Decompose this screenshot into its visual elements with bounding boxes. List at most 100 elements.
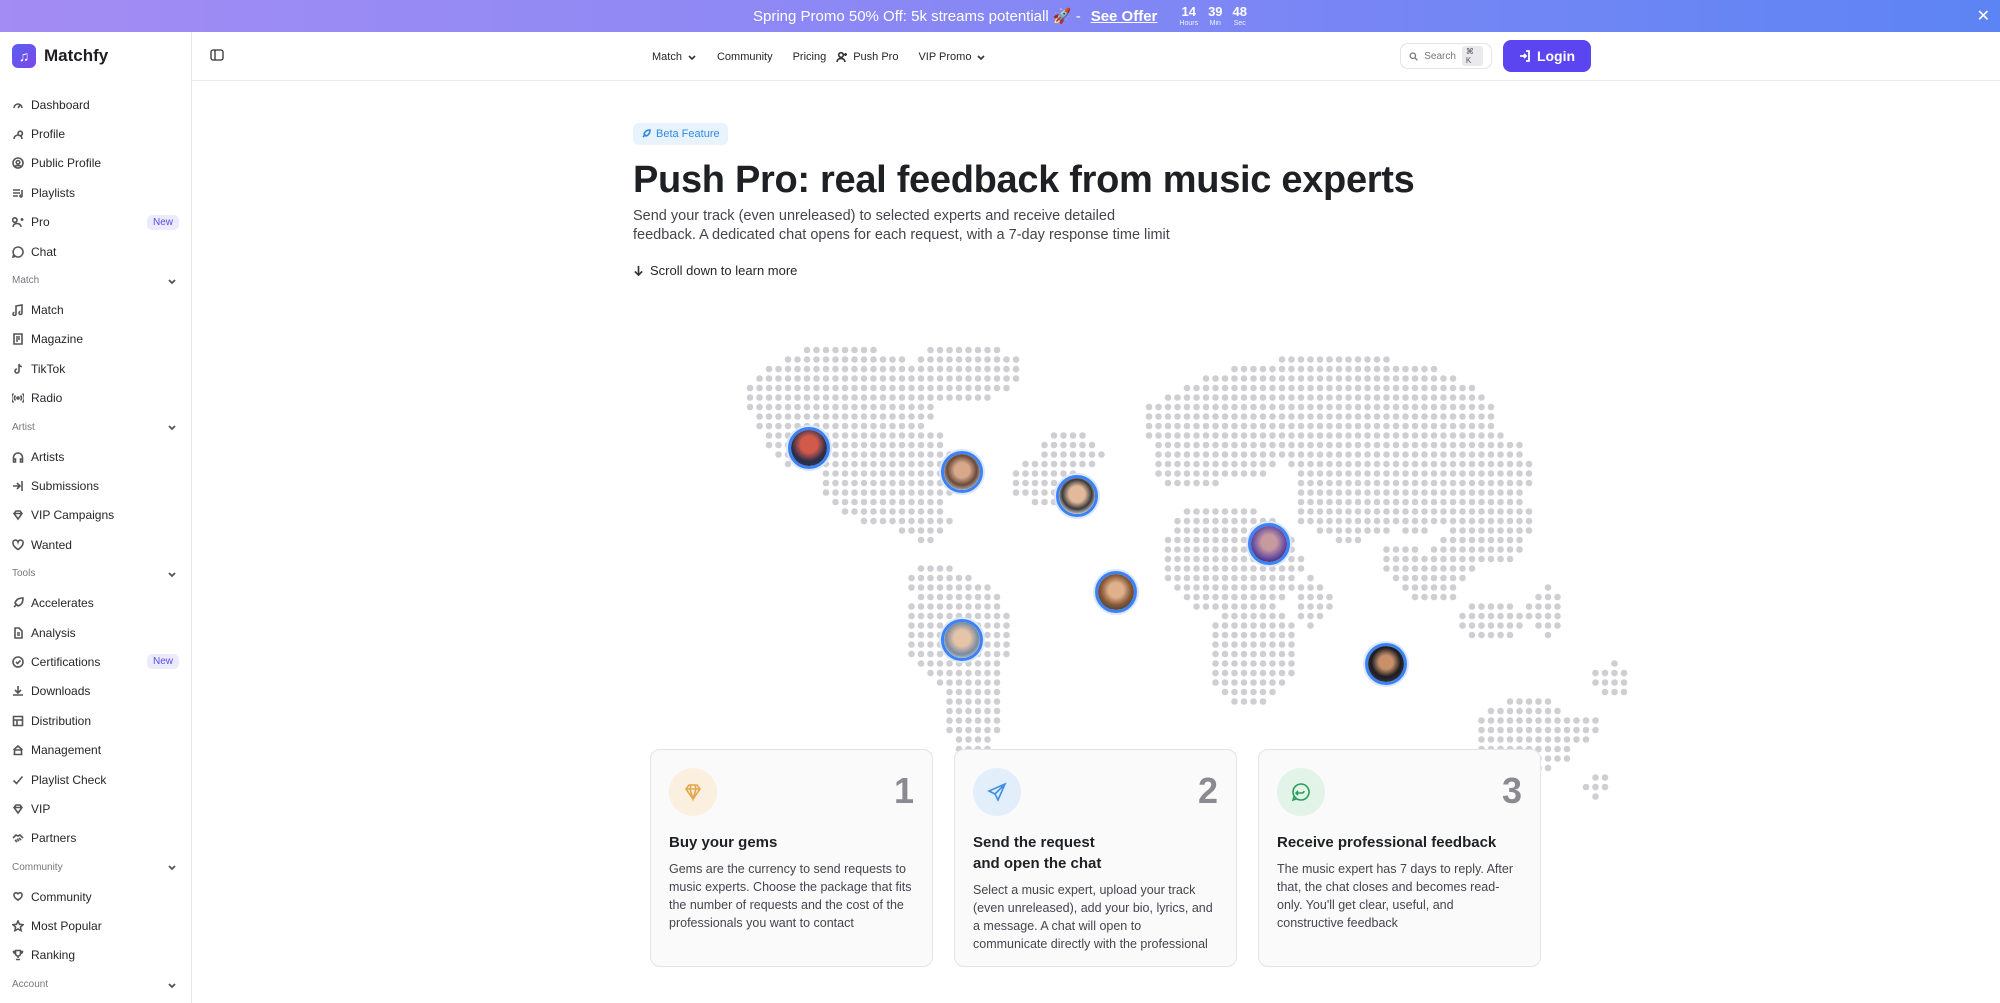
sidebar-item-vip-campaigns[interactable]: VIP Campaigns <box>0 501 191 530</box>
map-dot <box>841 441 849 449</box>
top-bar: Match Community Pricing Push Pro VIP Pro… <box>192 32 2000 81</box>
sidebar-section-tools[interactable]: Tools <box>0 559 191 588</box>
map-dot <box>955 707 963 715</box>
scroll-down-link[interactable]: Scroll down to learn more <box>633 263 797 278</box>
map-dot <box>1497 498 1504 506</box>
sidebar-item-chat[interactable]: Chat <box>0 237 191 266</box>
nav-match-label: Match <box>652 50 682 63</box>
map-dot <box>936 498 944 506</box>
map-dot <box>1421 555 1428 563</box>
map-dot <box>1307 403 1314 411</box>
nav-push-pro[interactable]: Push Pro <box>836 32 908 81</box>
map-dot <box>955 603 963 610</box>
sidebar-section-match[interactable]: Match <box>0 266 191 295</box>
sidebar-item-magazine[interactable]: Magazine <box>0 325 191 354</box>
map-dot <box>1240 546 1248 553</box>
sidebar-section-community[interactable]: Community <box>0 853 191 882</box>
sidebar-item-downloads[interactable]: Downloads <box>0 677 191 706</box>
search-shortcut: ⌘ K <box>1461 46 1483 66</box>
expert-avatar[interactable] <box>941 619 983 661</box>
sidebar-item-artists[interactable]: Artists <box>0 442 191 471</box>
sidebar-item-pro[interactable]: Pro New <box>0 208 191 237</box>
brand-logo[interactable]: ♫ Matchfy <box>0 32 191 80</box>
sidebar-item-label: TikTok <box>31 361 66 376</box>
close-icon[interactable]: ✕ <box>1977 6 1990 26</box>
map-dot <box>1411 451 1419 458</box>
map-dot <box>1449 403 1457 411</box>
map-dot <box>993 707 1001 715</box>
sidebar-item-management[interactable]: Management <box>0 735 191 764</box>
map-dot <box>860 451 868 458</box>
sidebar-section-account[interactable]: Account <box>0 970 191 999</box>
map-dot <box>965 736 972 743</box>
sidebar-item-analysis[interactable]: Analysis <box>0 618 191 647</box>
sidebar-item-public-profile[interactable]: Public Profile <box>0 149 191 178</box>
map-dot <box>1544 631 1552 639</box>
sidebar-item-playlists[interactable]: Playlists <box>0 178 191 207</box>
sidebar-item-partners[interactable]: Partners <box>0 824 191 853</box>
sidebar-item-most-popular[interactable]: Most Popular <box>0 911 191 940</box>
map-dot <box>756 422 763 430</box>
map-dot <box>1478 422 1485 430</box>
map-dot <box>946 356 953 363</box>
nav-pricing[interactable]: Pricing <box>783 32 837 81</box>
map-dot <box>1449 536 1457 544</box>
see-offer-link[interactable]: See Offer <box>1091 8 1158 25</box>
sidebar-item-profile[interactable]: Profile <box>0 119 191 148</box>
sidebar-item-ranking[interactable]: Ranking <box>0 941 191 970</box>
map-dot <box>1497 546 1504 553</box>
map-dot <box>908 631 915 639</box>
expert-avatar[interactable] <box>941 451 983 493</box>
map-dot <box>1212 432 1219 439</box>
sidebar-item-playlist-check[interactable]: Playlist Check <box>0 765 191 794</box>
sidebar-item-match[interactable]: Match <box>0 295 191 324</box>
sidebar-toggle-icon[interactable] <box>210 48 224 62</box>
map-dot <box>1449 593 1457 601</box>
map-dot <box>1297 603 1305 610</box>
map-dot <box>794 384 801 392</box>
map-dot <box>993 365 1001 373</box>
sidebar-item-radio[interactable]: Radio <box>0 384 191 413</box>
timer-hours: 14 Hours <box>1179 4 1199 27</box>
map-dot <box>1202 403 1210 411</box>
map-dot <box>1288 422 1295 430</box>
map-dot <box>1193 460 1200 468</box>
expert-avatar[interactable] <box>1365 643 1407 685</box>
map-dot <box>1440 432 1447 439</box>
sidebar-item-tiktok[interactable]: TikTok <box>0 354 191 383</box>
map-dot <box>1620 688 1628 696</box>
map-dot <box>1497 508 1504 515</box>
nav-community[interactable]: Community <box>707 32 783 81</box>
map-dot <box>898 527 906 534</box>
map-dot <box>1335 470 1343 477</box>
expert-avatar[interactable] <box>1248 523 1290 565</box>
sidebar-item-certifications[interactable]: Certifications New <box>0 647 191 676</box>
map-dot <box>1050 441 1058 449</box>
expert-avatar[interactable] <box>788 427 830 469</box>
map-dot <box>860 394 868 401</box>
sidebar-section-artist[interactable]: Artist <box>0 413 191 442</box>
sidebar-item-dashboard[interactable]: Dashboard <box>0 90 191 119</box>
map-dot <box>1278 384 1286 392</box>
nav-vip-promo[interactable]: VIP Promo <box>908 32 996 81</box>
map-dot <box>1288 669 1295 677</box>
map-dot <box>898 489 906 496</box>
map-dot <box>1174 413 1181 420</box>
expert-avatar[interactable] <box>1095 571 1137 613</box>
expert-avatar[interactable] <box>1056 475 1098 517</box>
login-button[interactable]: Login <box>1503 40 1591 72</box>
sidebar-item-vip[interactable]: VIP <box>0 794 191 823</box>
map-dot <box>756 413 763 420</box>
map-dot <box>879 375 887 382</box>
sidebar-item-community[interactable]: Community <box>0 882 191 911</box>
sidebar-item-wanted[interactable]: Wanted <box>0 530 191 559</box>
map-dot <box>851 403 858 411</box>
search-button[interactable]: Search ⌘ K <box>1400 43 1492 69</box>
sidebar-item-accelerates[interactable]: Accelerates <box>0 588 191 617</box>
nav-match[interactable]: Match <box>642 32 707 81</box>
sidebar-item-distribution[interactable]: Distribution <box>0 706 191 735</box>
sidebar-item-submissions[interactable]: Submissions <box>0 471 191 500</box>
map-dot <box>1345 403 1352 411</box>
step-number: 3 <box>1501 770 1522 811</box>
map-dot <box>955 660 963 667</box>
